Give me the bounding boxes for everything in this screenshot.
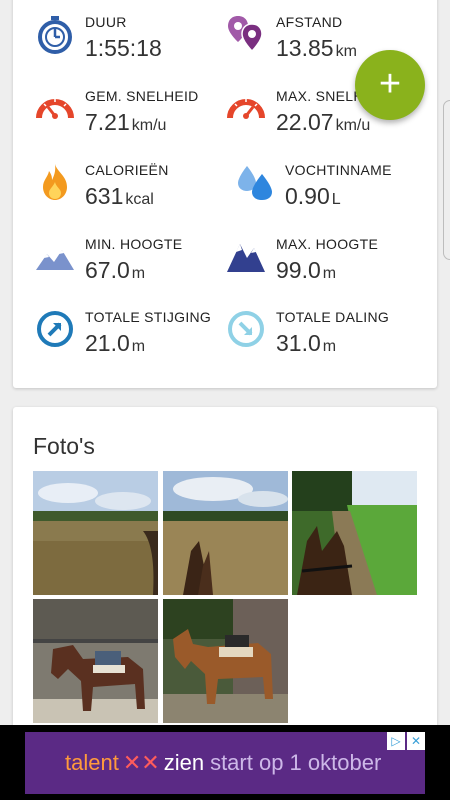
stat-total-descent-value: 31.0 m [276,330,337,356]
arrow-down-right-icon [228,311,264,347]
stat-duration: DUUR 1:55:18 [35,14,235,84]
stat-total-descent-label: TOTALE DALING [276,309,390,325]
adchoices-icon[interactable]: ▷ [387,732,405,750]
stat-min-altitude-label: MIN. HOOGTE [85,236,183,252]
stat-duration-value: 1:55:18 [85,35,162,61]
photo-heath-landscape[interactable] [33,471,158,595]
stat-total-descent: TOTALE DALING 31.0 m [226,309,426,379]
stat-avg-speed-label: GEM. SNELHEID [85,88,199,104]
ad-text: talent ✕✕ zien start op 1 oktober [65,750,381,776]
mountains-low-icon [36,250,74,270]
ad-brand-part1: talent [65,750,119,775]
stat-max-speed-label: MAX. SNELH [276,88,364,104]
stopwatch-icon [38,16,72,54]
stat-max-speed-value: 22.07 km/u [276,109,371,135]
ad-close-icon[interactable]: ✕ [407,732,425,750]
stat-hydration-value: 0.90 L [285,183,341,209]
stat-min-altitude-value: 67.0 m [85,257,146,283]
stat-avg-speed: GEM. SNELHEID 7.21 km/u [35,88,235,158]
photo-horse-yard[interactable] [163,599,288,723]
photo-heath-horse-ears[interactable] [163,471,288,595]
stat-total-ascent: TOTALE STIJGING 21.0 m [35,309,235,379]
stat-calories-value: 631 kcal [85,183,154,209]
arrow-up-right-icon [37,311,73,347]
mountains-high-icon [227,244,265,272]
stat-duration-label: DUUR [85,14,127,30]
ad-bar: talent ✕✕ zien start op 1 oktober ▷ ✕ [0,725,450,800]
flame-icon [43,164,67,200]
stat-calories: CALORIEËN 631 kcal [35,162,235,232]
stat-avg-speed-value: 7.21 km/u [85,109,167,135]
stat-calories-label: CALORIEËN [85,162,169,178]
speedometer-icon [36,99,74,119]
stat-min-altitude: MIN. HOOGTE 67.0 m [35,236,235,306]
stat-hydration: VOCHTINNAME 0.90 L [235,162,435,232]
stat-distance-value: 13.85 km [276,35,357,61]
horse-stable-photo [33,599,158,723]
stat-total-ascent-label: TOTALE STIJGING [85,309,212,325]
ad-brand-part2: zien [163,750,205,775]
heath-landscape-photo [33,471,158,595]
side-panel-handle[interactable] [443,100,450,260]
heath-landscape-horse-ears-photo [163,471,288,595]
stat-max-altitude-value: 99.0 m [276,257,337,283]
ad-banner[interactable]: talent ✕✕ zien start op 1 oktober ▷ ✕ [25,732,425,794]
photo-field-path[interactable] [292,471,417,595]
water-drops-icon [238,166,272,200]
field-path-horse-ears-photo [292,471,417,595]
stat-hydration-label: VOCHTINNAME [285,162,392,178]
speedometer-max-icon [227,99,265,119]
photos-card: Foto's [13,407,437,737]
photos-title: Foto's [33,433,95,459]
horse-yard-photo [163,599,288,723]
stat-max-altitude: MAX. HOOGTE 99.0 m [226,236,426,306]
stat-total-ascent-value: 21.0 m [85,330,146,356]
ad-tagline: start op 1 oktober [210,750,382,775]
map-pins-icon [228,16,263,53]
stat-distance-label: AFSTAND [276,14,343,30]
add-fab-button[interactable]: + [355,50,425,120]
photo-horse-stable[interactable] [33,599,158,723]
stat-max-altitude-label: MAX. HOOGTE [276,236,379,252]
ad-brand-symbol: ✕✕ [122,750,160,775]
